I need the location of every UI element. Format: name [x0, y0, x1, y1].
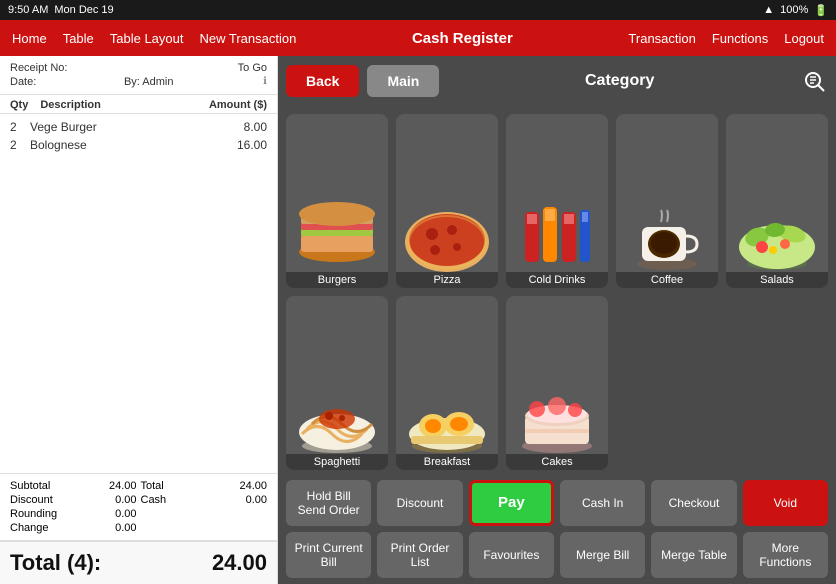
status-date: Mon Dec 19	[54, 4, 113, 16]
change-val: 0.00	[75, 522, 136, 534]
discount-button[interactable]: Discount	[377, 480, 462, 526]
category-coffee[interactable]: Coffee	[616, 114, 718, 288]
hold-bill-button[interactable]: Hold Bill Send Order	[286, 480, 371, 526]
total-label: Total	[141, 480, 202, 492]
nav-table[interactable]: Table	[63, 31, 94, 46]
rounding-label: Rounding	[10, 508, 71, 520]
subtotal-label: Subtotal	[10, 480, 71, 492]
top-nav: Home Table Table Layout New Transaction …	[0, 20, 836, 56]
grand-total-label: Total (4):	[10, 550, 101, 576]
void-button[interactable]: Void	[743, 480, 828, 526]
main-button[interactable]: Main	[367, 65, 439, 97]
receipt-header: Receipt No: To Go Date: By: Admin ℹ	[0, 56, 277, 95]
discount-val: 0.00	[75, 494, 136, 506]
nav-functions[interactable]: Functions	[712, 31, 768, 46]
app-title: Cash Register	[412, 30, 513, 47]
receipt-item: 2 Vege Burger 8.00	[0, 118, 277, 136]
info-icon: ℹ	[263, 76, 267, 88]
total-val: 24.00	[206, 480, 267, 492]
print-order-list-button[interactable]: Print Order List	[377, 532, 462, 578]
by-admin-label: By: Admin	[124, 76, 174, 88]
change-label: Change	[10, 522, 71, 534]
nav-logout[interactable]: Logout	[784, 31, 824, 46]
cat-label-pizza: Pizza	[396, 272, 498, 288]
receipt-items: 2 Vege Burger 8.00 2 Bolognese 16.00	[0, 114, 277, 473]
category-pizza[interactable]: Pizza	[396, 114, 498, 288]
merge-bill-button[interactable]: Merge Bill	[560, 532, 645, 578]
date-label: Date:	[10, 76, 36, 88]
nav-table-layout[interactable]: Table Layout	[110, 31, 184, 46]
category-spaghetti[interactable]: Spaghetti	[286, 296, 388, 470]
cat-label-coffee: Coffee	[616, 272, 718, 288]
category-burgers[interactable]: Burgers	[286, 114, 388, 288]
category-breakfast[interactable]: Breakfast	[396, 296, 498, 470]
print-current-bill-button[interactable]: Print Current Bill	[286, 532, 371, 578]
receipt-col-headers: Qty Description Amount ($)	[0, 95, 277, 114]
receipt-totals: Subtotal 24.00 Total 24.00 Discount 0.00…	[0, 473, 277, 540]
cat-label-spaghetti: Spaghetti	[286, 454, 388, 470]
category-header: Back Main Category	[278, 56, 836, 106]
category-grid: Burgers Pizza	[278, 106, 836, 474]
wifi-icon: ▲	[763, 4, 774, 16]
discount-label: Discount	[10, 494, 71, 506]
cat-label-salads: Salads	[726, 272, 828, 288]
subtotal-val: 24.00	[75, 480, 136, 492]
cat-label-cakes: Cakes	[506, 454, 608, 470]
category-cakes[interactable]: Cakes	[506, 296, 608, 470]
status-bar: 9:50 AM Mon Dec 19 ▲ 100% 🔋	[0, 0, 836, 20]
category-cold-drinks[interactable]: Cold Drinks	[506, 114, 608, 288]
favourites-button[interactable]: Favourites	[469, 532, 554, 578]
receipt-item: 2 Bolognese 16.00	[0, 136, 277, 154]
receipt-no-label: Receipt No:	[10, 62, 67, 74]
nav-new-transaction[interactable]: New Transaction	[200, 31, 297, 46]
category-title: Category	[447, 72, 792, 90]
rounding-val: 0.00	[75, 508, 136, 520]
right-panel: Back Main Category	[278, 56, 836, 584]
battery-label: 100%	[780, 4, 808, 16]
checkout-button[interactable]: Checkout	[651, 480, 736, 526]
cat-label-cold-drinks: Cold Drinks	[506, 272, 608, 288]
cash-in-button[interactable]: Cash In	[560, 480, 645, 526]
to-go-label: To Go	[238, 62, 267, 74]
action-buttons: Hold Bill Send Order Discount Pay Cash I…	[278, 474, 836, 584]
back-button[interactable]: Back	[286, 65, 359, 97]
pay-button[interactable]: Pay	[469, 480, 554, 526]
category-salads[interactable]: Salads	[726, 114, 828, 288]
battery-icon: 🔋	[814, 4, 828, 17]
grand-total: Total (4): 24.00	[0, 540, 277, 584]
merge-table-button[interactable]: Merge Table	[651, 532, 736, 578]
left-panel: Receipt No: To Go Date: By: Admin ℹ Qty …	[0, 56, 278, 584]
cash-label: Cash	[141, 494, 202, 506]
grand-total-val: 24.00	[212, 550, 267, 576]
cat-label-burgers: Burgers	[286, 272, 388, 288]
main-layout: Receipt No: To Go Date: By: Admin ℹ Qty …	[0, 56, 836, 584]
status-time: 9:50 AM	[8, 4, 48, 16]
cash-val: 0.00	[206, 494, 267, 506]
nav-home[interactable]: Home	[12, 31, 47, 46]
cat-label-breakfast: Breakfast	[396, 454, 498, 470]
more-functions-button[interactable]: More Functions	[743, 532, 828, 578]
category-search-icon[interactable]	[800, 67, 828, 95]
nav-transaction[interactable]: Transaction	[628, 31, 695, 46]
